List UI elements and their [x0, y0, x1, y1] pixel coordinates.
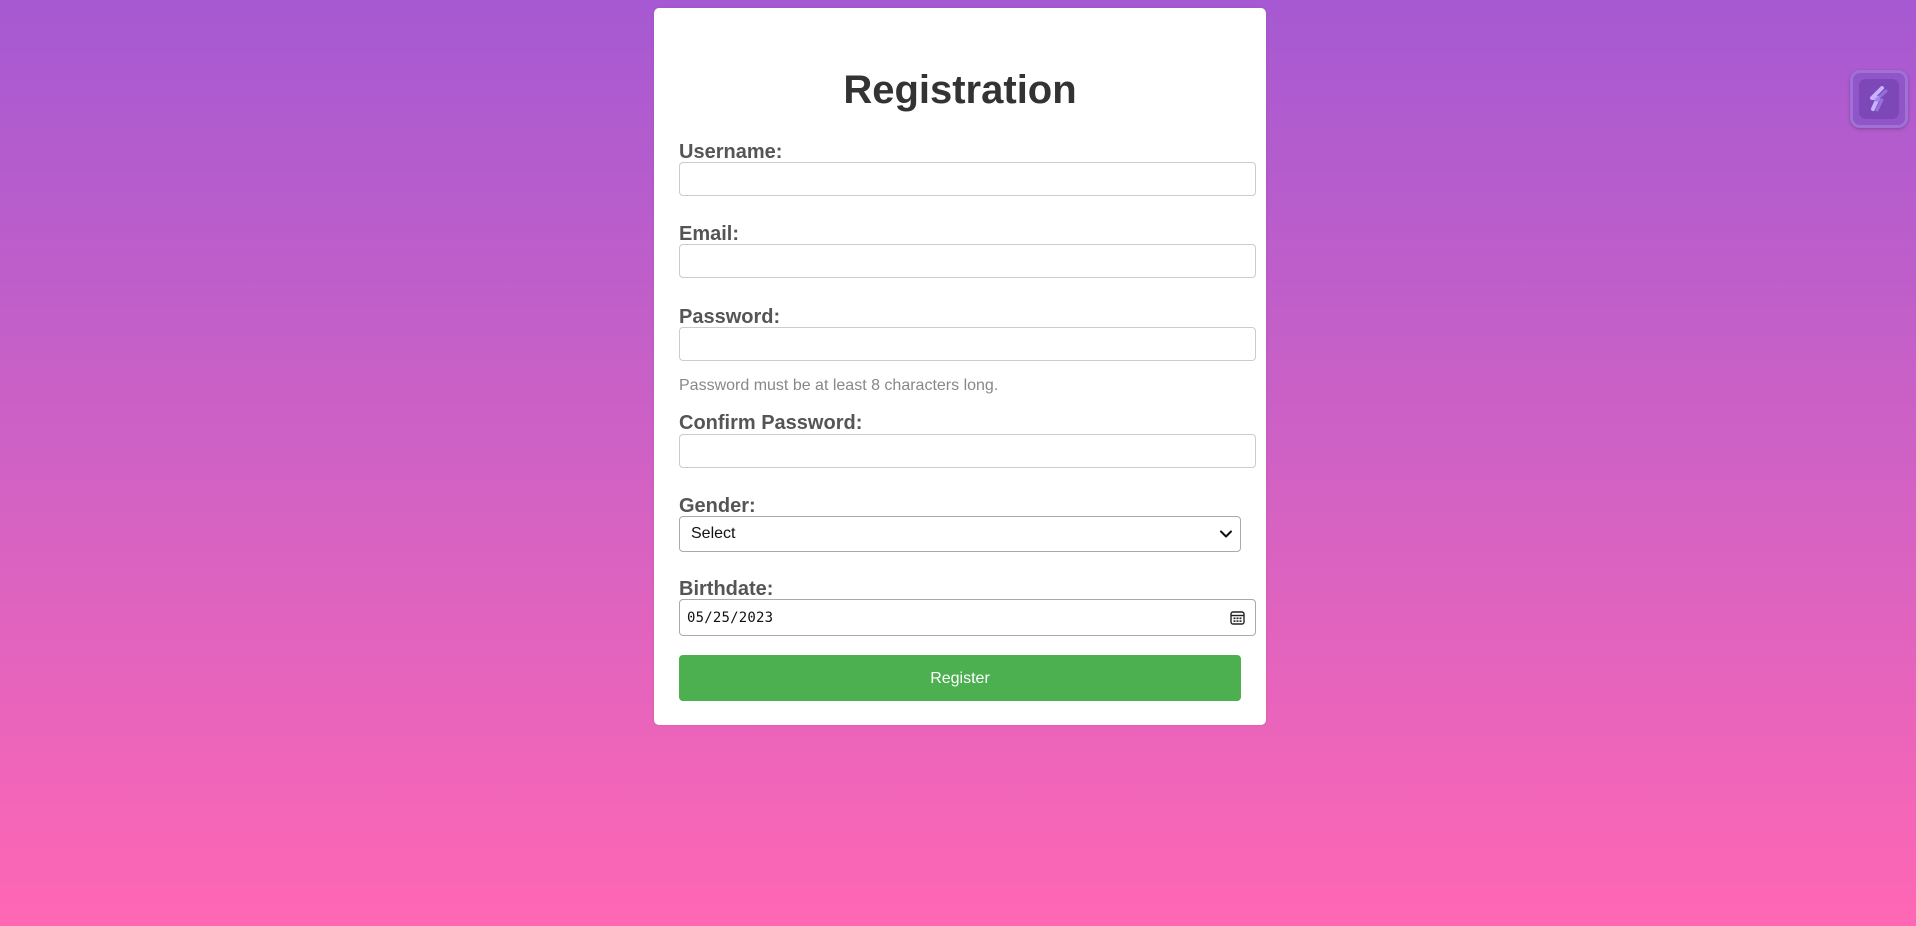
email-input[interactable] — [679, 244, 1256, 278]
lightning-icon — [1870, 86, 1888, 112]
password-label: Password: — [679, 306, 781, 328]
gender-selected-value: Select — [691, 525, 736, 542]
birthdate-label: Birthdate: — [679, 578, 774, 600]
password-hint: Password must be at least 8 characters l… — [679, 377, 999, 394]
calendar-icon[interactable] — [1229, 609, 1246, 626]
confirm-password-input[interactable] — [679, 434, 1256, 468]
registration-card: Registration Username: Email: Password: … — [654, 8, 1266, 725]
username-input[interactable] — [679, 162, 1256, 196]
chevron-down-icon — [1219, 527, 1233, 541]
password-input[interactable] — [679, 327, 1256, 361]
birthdate-value: 05/25/2023 — [687, 610, 774, 626]
gender-select[interactable]: Select — [679, 516, 1241, 552]
username-label: Username: — [679, 141, 783, 163]
email-label: Email: — [679, 223, 740, 245]
confirm-password-label: Confirm Password: — [679, 412, 863, 434]
extension-badge — [1859, 79, 1899, 119]
birthdate-input[interactable]: 05/25/2023 — [679, 599, 1256, 636]
register-button[interactable]: Register — [679, 655, 1241, 701]
page-title: Registration — [843, 68, 1077, 112]
extension-button[interactable] — [1850, 70, 1908, 128]
gender-label: Gender: — [679, 495, 756, 517]
